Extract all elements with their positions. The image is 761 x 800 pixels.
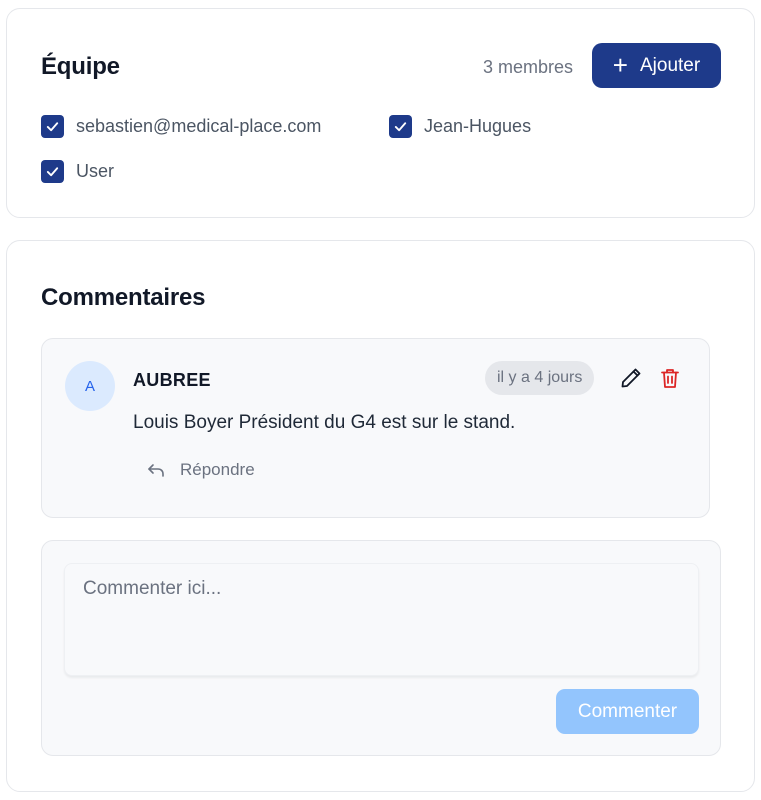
member-label: sebastien@medical-place.com — [76, 116, 322, 136]
team-title: Équipe — [41, 53, 120, 80]
trash-icon — [661, 369, 679, 388]
member-label: Jean-Hugues — [424, 116, 532, 136]
check-icon — [46, 122, 59, 132]
pencil-icon — [621, 368, 641, 388]
comment-text: Louis Boyer Président du G4 est sur le s… — [133, 412, 516, 433]
comments-title: Commentaires — [41, 284, 206, 311]
delete-comment-button[interactable] — [658, 366, 682, 390]
member-checkbox-item[interactable]: User — [41, 160, 114, 183]
reply-label: Répondre — [180, 460, 255, 479]
checkbox-checked[interactable] — [41, 160, 64, 183]
team-card: Équipe 3 membres + Ajouter sebastien@med… — [6, 8, 755, 218]
add-member-button[interactable]: + Ajouter — [592, 43, 721, 88]
members-count: 3 membres — [482, 57, 573, 77]
checkbox-checked[interactable] — [389, 115, 412, 138]
member-checkbox-item[interactable]: sebastien@medical-place.com — [41, 115, 321, 138]
comment-time-badge: il y a 4 jours — [485, 361, 595, 395]
comments-card: Commentaires A AUBREE il y a 4 jours Lou… — [6, 240, 755, 792]
plus-icon: + — [612, 49, 628, 80]
member-checkbox-item[interactable]: Jean-Hugues — [389, 115, 531, 138]
edit-comment-button[interactable] — [619, 366, 643, 390]
comment-composer: Commenter — [41, 540, 721, 756]
reply-button[interactable]: Répondre — [146, 460, 255, 480]
submit-comment-button[interactable]: Commenter — [556, 689, 699, 734]
check-icon — [46, 167, 59, 177]
avatar: A — [65, 361, 115, 411]
comment-item: A AUBREE il y a 4 jours Louis Boyer Prés… — [41, 338, 710, 518]
check-icon — [394, 122, 407, 132]
reply-icon — [148, 464, 164, 477]
member-label: User — [76, 161, 115, 181]
checkbox-checked[interactable] — [41, 115, 64, 138]
comment-author: AUBREE — [133, 370, 211, 390]
comment-input[interactable] — [64, 563, 699, 676]
add-member-label: Ajouter — [639, 54, 701, 76]
